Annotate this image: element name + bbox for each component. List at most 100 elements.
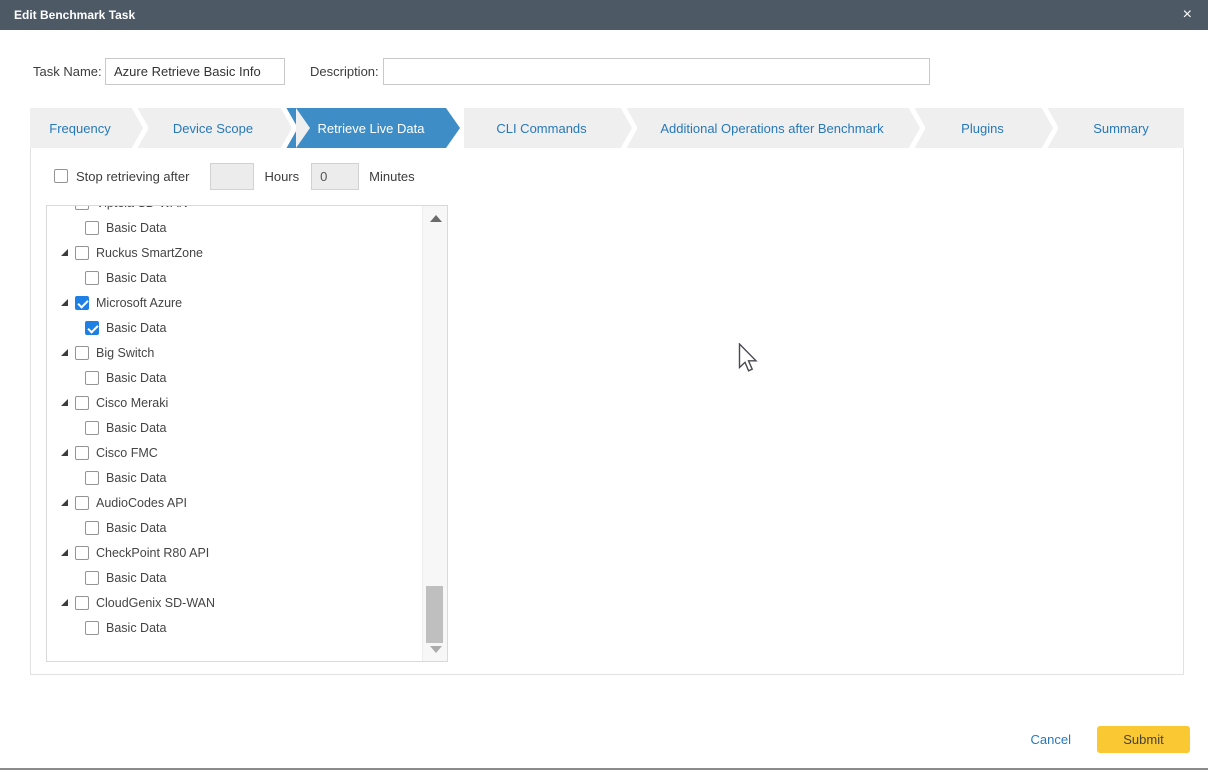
- tree-checkbox-basic-data[interactable]: [85, 371, 99, 385]
- tree-checkbox-basic-data[interactable]: [85, 321, 99, 335]
- tab-separator-chevron-icon: [907, 108, 925, 148]
- tree-checkbox-basic-data[interactable]: [85, 521, 99, 535]
- tree-expander-icon[interactable]: [61, 599, 68, 606]
- stop-retrieving-label: Stop retrieving after: [76, 169, 189, 184]
- tree-checkbox-microsoft-azure[interactable]: [75, 296, 89, 310]
- cancel-link[interactable]: Cancel: [1031, 732, 1071, 747]
- tab-cli-commands[interactable]: CLI Commands: [464, 108, 619, 148]
- tree-checkbox-viptela-sd-wan[interactable]: [75, 206, 89, 210]
- tree-item-label: Big Switch: [96, 346, 154, 360]
- scroll-down-button[interactable]: [423, 639, 448, 659]
- tree-item-basic-data[interactable]: Basic Data: [47, 565, 422, 590]
- tree-item-label: AudioCodes API: [96, 496, 187, 510]
- tree-checkbox-basic-data[interactable]: [85, 471, 99, 485]
- tree-item-label: Basic Data: [106, 471, 166, 485]
- tree-item-viptela-sd-wan[interactable]: Viptela SD-WAN: [47, 206, 422, 215]
- scroll-up-button[interactable]: [423, 208, 448, 228]
- tree-item-label: Basic Data: [106, 321, 166, 335]
- tab-separator-chevron-icon: [278, 108, 296, 148]
- tree-item-cloudgenix-sd-wan[interactable]: CloudGenix SD-WAN: [47, 590, 422, 615]
- tree-item-basic-data[interactable]: Basic Data: [47, 615, 422, 640]
- hours-label: Hours: [264, 169, 299, 184]
- tab-frequency[interactable]: Frequency: [30, 108, 130, 148]
- dialog-title: Edit Benchmark Task: [0, 8, 135, 22]
- tab-separator-chevron-icon: [446, 108, 464, 148]
- tree-item-label: Basic Data: [106, 571, 166, 585]
- tree-item-label: Basic Data: [106, 271, 166, 285]
- tree-expander-icon[interactable]: [61, 549, 68, 556]
- scrollbar-thumb[interactable]: [426, 586, 443, 643]
- tree-checkbox-audiocodes-api[interactable]: [75, 496, 89, 510]
- tab-plugins[interactable]: Plugins: [925, 108, 1040, 148]
- wizard-tabs: Frequency Device Scope Retrieve Live Data C…: [30, 108, 1184, 148]
- tab-separator-chevron-icon: [619, 108, 637, 148]
- minutes-label: Minutes: [369, 169, 415, 184]
- tree-checkbox-basic-data[interactable]: [85, 421, 99, 435]
- tree-item-label: Ruckus SmartZone: [96, 246, 203, 260]
- scrollbar[interactable]: [422, 206, 447, 661]
- tree-item-label: Basic Data: [106, 371, 166, 385]
- tree-item-basic-data[interactable]: Basic Data: [47, 515, 422, 540]
- tree-expander-icon[interactable]: [61, 399, 68, 406]
- submit-button[interactable]: Submit: [1097, 726, 1190, 753]
- tree-checkbox-basic-data[interactable]: [85, 271, 99, 285]
- tree-checkbox-cisco-meraki[interactable]: [75, 396, 89, 410]
- tab-retrieve-live-data[interactable]: Retrieve Live Data: [296, 108, 446, 148]
- tree-item-label: Basic Data: [106, 521, 166, 535]
- tree-item-label: Microsoft Azure: [96, 296, 182, 310]
- tree-item-basic-data[interactable]: Basic Data: [47, 365, 422, 390]
- tab-separator-chevron-icon: [1040, 108, 1058, 148]
- task-name-label: Task Name:: [33, 58, 102, 85]
- tree-item-label: Basic Data: [106, 221, 166, 235]
- tree-item-label: Cisco FMC: [96, 446, 158, 460]
- tab-summary[interactable]: Summary: [1058, 108, 1184, 148]
- tree-item-basic-data[interactable]: Basic Data: [47, 465, 422, 490]
- tree-item-label: CheckPoint R80 API: [96, 546, 209, 560]
- tree-item-audiocodes-api[interactable]: AudioCodes API: [47, 490, 422, 515]
- close-icon[interactable]: ×: [1179, 0, 1196, 30]
- tree-item-basic-data[interactable]: Basic Data: [47, 215, 422, 240]
- scroll-down-icon: [430, 646, 442, 653]
- tree-expander-icon[interactable]: [61, 349, 68, 356]
- tree-checkbox-basic-data[interactable]: [85, 571, 99, 585]
- tree-expander-icon[interactable]: [61, 499, 68, 506]
- tree-checkbox-big-switch[interactable]: [75, 346, 89, 360]
- task-name-input[interactable]: [105, 58, 285, 85]
- tab-additional-operations-after-benchmark[interactable]: Additional Operations after Benchmark: [637, 108, 907, 148]
- tree-item-big-switch[interactable]: Big Switch: [47, 340, 422, 365]
- dialog-titlebar: Edit Benchmark Task ×: [0, 0, 1208, 30]
- tree-item-basic-data[interactable]: Basic Data: [47, 265, 422, 290]
- tree-expander-icon[interactable]: [61, 299, 68, 306]
- tree-item-label: Basic Data: [106, 621, 166, 635]
- tree-scroll-area: Viptela SD-WAN Basic Data Ruckus SmartZone…: [47, 206, 422, 661]
- stop-retrieving-row: Stop retrieving after Hours Minutes: [54, 161, 415, 191]
- tree-item-checkpoint-r80-api[interactable]: CheckPoint R80 API: [47, 540, 422, 565]
- tree-item-label: CloudGenix SD-WAN: [96, 596, 215, 610]
- tree-item-cisco-fmc[interactable]: Cisco FMC: [47, 440, 422, 465]
- tree-checkbox-checkpoint-r80-api[interactable]: [75, 546, 89, 560]
- tree-checkbox-cisco-fmc[interactable]: [75, 446, 89, 460]
- description-input[interactable]: [383, 58, 930, 85]
- minutes-input[interactable]: [311, 163, 359, 190]
- tree-item-basic-data[interactable]: Basic Data: [47, 315, 422, 340]
- tree-checkbox-ruckus-smartzone[interactable]: [75, 246, 89, 260]
- scroll-up-icon: [430, 215, 442, 222]
- tree-item-label: Cisco Meraki: [96, 396, 168, 410]
- tree-item-microsoft-azure[interactable]: Microsoft Azure: [47, 290, 422, 315]
- content-panel: Stop retrieving after Hours Minutes Vipt…: [30, 148, 1184, 675]
- tree-item-label: Basic Data: [106, 421, 166, 435]
- tree-checkbox-basic-data[interactable]: [85, 221, 99, 235]
- tree-item-ruckus-smartzone[interactable]: Ruckus SmartZone: [47, 240, 422, 265]
- tree-item-label: Viptela SD-WAN: [96, 206, 188, 210]
- tree-item-cisco-meraki[interactable]: Cisco Meraki: [47, 390, 422, 415]
- tab-separator-chevron-icon: [130, 108, 148, 148]
- tree-checkbox-cloudgenix-sd-wan[interactable]: [75, 596, 89, 610]
- tree-expander-icon[interactable]: [61, 249, 68, 256]
- tree-expander-icon[interactable]: [61, 449, 68, 456]
- hours-input[interactable]: [210, 163, 254, 190]
- stop-retrieving-checkbox[interactable]: [54, 169, 68, 183]
- data-type-tree-panel: Viptela SD-WAN Basic Data Ruckus SmartZone…: [46, 205, 448, 662]
- tree-checkbox-basic-data[interactable]: [85, 621, 99, 635]
- tab-device-scope[interactable]: Device Scope: [148, 108, 278, 148]
- tree-item-basic-data[interactable]: Basic Data: [47, 415, 422, 440]
